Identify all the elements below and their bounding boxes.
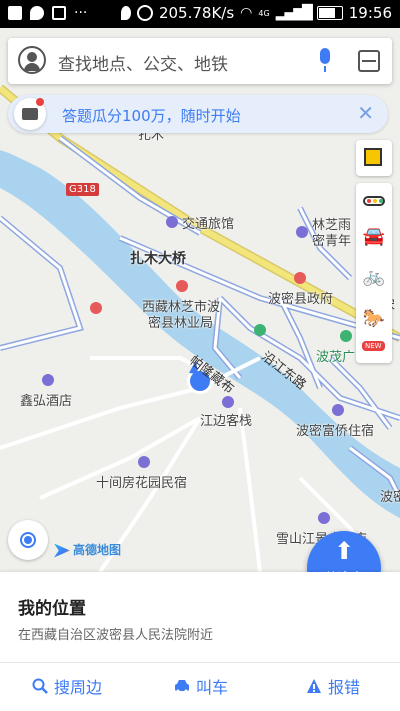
wifi-icon: ◠ [240, 5, 253, 21]
horse-button[interactable]: 🐎 [356, 301, 392, 337]
logo-text: 高德地图 [73, 543, 122, 557]
label-bomi-fuqiao[interactable]: 波密富侨住宿 [296, 420, 374, 439]
taxi-button[interactable]: 🚘 [356, 219, 392, 255]
traffic-button[interactable] [356, 183, 392, 219]
nearby-search-label: 搜周边 [54, 678, 103, 697]
government-icon-2[interactable] [294, 272, 306, 284]
road-shield-g318: G318 [66, 183, 99, 196]
banner-text[interactable]: 答题瓜分100万，随时开始 [62, 105, 241, 126]
bike-button[interactable]: 🚲 [356, 259, 392, 295]
locate-me-button[interactable] [8, 520, 48, 560]
label-county-gov[interactable]: 波密县政府 [268, 288, 333, 307]
message-badge-icon[interactable] [14, 98, 46, 130]
label-miyu[interactable]: 密青年 [312, 230, 351, 249]
label-shijian[interactable]: 十间房花园民宿 [96, 472, 187, 491]
amap-logo-icon [54, 543, 70, 558]
hotel-icon[interactable] [166, 216, 178, 228]
more-dots-icon: ··· [74, 5, 88, 21]
telecom-icon[interactable] [254, 324, 266, 336]
alarm-icon [136, 5, 153, 21]
shop-icon[interactable] [340, 330, 352, 342]
label-jiangbian[interactable]: 江边客栈 [200, 410, 252, 429]
government-icon[interactable] [176, 280, 188, 292]
search-input[interactable]: 查找地点、公交、地铁 [58, 50, 228, 75]
post-office-icon[interactable] [90, 302, 102, 314]
network-type: 4G [258, 8, 270, 18]
layers-icon [364, 148, 382, 166]
divider [0, 662, 400, 663]
hotel-icon-7[interactable] [318, 512, 330, 524]
label-bomi-edge[interactable]: 波密 [380, 486, 400, 505]
hotel-icon-2[interactable] [296, 226, 308, 238]
report-error-button[interactable]: 报错 [306, 672, 360, 700]
avatar[interactable] [18, 46, 46, 74]
promo-banner[interactable]: 答题瓜分100万，随时开始 ✕ [8, 95, 388, 133]
hotel-icon-3[interactable] [42, 374, 54, 386]
horse-icon: 🐎 [362, 308, 386, 329]
close-icon[interactable]: ✕ [357, 101, 374, 125]
hotel-icon-4[interactable] [222, 396, 234, 408]
traffic-light-icon [363, 196, 385, 206]
nearby-search-button[interactable]: 搜周边 [32, 672, 102, 700]
new-badge: NEW [362, 341, 385, 351]
scan-icon[interactable] [358, 50, 380, 72]
panel-address: 在西藏自治区波密县人民法院附近 [18, 628, 214, 643]
clock: 19:56 [348, 4, 392, 22]
image-icon [52, 6, 66, 20]
label-xinhong[interactable]: 鑫弘酒店 [20, 390, 72, 409]
amap-logo: 高德地图 [54, 541, 121, 558]
label-jiaotong-hotel[interactable]: 交通旅馆 [182, 213, 234, 232]
search-icon [32, 678, 48, 694]
layers-button[interactable] [356, 140, 392, 176]
hotel-icon-5[interactable] [332, 404, 344, 416]
message-icon [8, 6, 22, 20]
gps-icon [120, 6, 131, 20]
warning-icon [307, 679, 321, 693]
signal-icon: ▂▄▆█ [275, 5, 313, 21]
side-toolbar: 🚘 🚲 🐎 NEW [356, 183, 392, 363]
call-car-button[interactable]: 叫车 [174, 672, 228, 700]
car-icon: 🚘 [362, 226, 386, 247]
label-bomao[interactable]: 波茂广 [316, 346, 355, 365]
label-forestry-2[interactable]: 密县林业局 [148, 312, 213, 331]
microphone-icon[interactable] [318, 48, 332, 74]
panel-title: 我的位置 [18, 599, 86, 619]
location-pin-icon [30, 6, 44, 20]
bicycle-icon: 🚲 [362, 266, 386, 287]
location-panel: 我的位置 在西藏自治区波密县人民法院附近 搜周边 叫车 报错 [0, 572, 400, 711]
report-error-label: 报错 [328, 678, 361, 697]
battery-icon [316, 6, 343, 20]
car-icon [175, 680, 189, 693]
status-bar: ··· 205.78K/s ◠ 4G ▂▄▆█ 19:56 [0, 0, 400, 28]
search-bar[interactable]: 查找地点、公交、地铁 [8, 38, 392, 84]
label-zhamu-bridge[interactable]: 扎木大桥 [130, 248, 186, 268]
hotel-icon-6[interactable] [138, 456, 150, 468]
arrow-up-icon: ⬆ [333, 537, 355, 565]
net-speed: 205.78K/s [158, 4, 235, 22]
call-car-label: 叫车 [196, 678, 229, 697]
